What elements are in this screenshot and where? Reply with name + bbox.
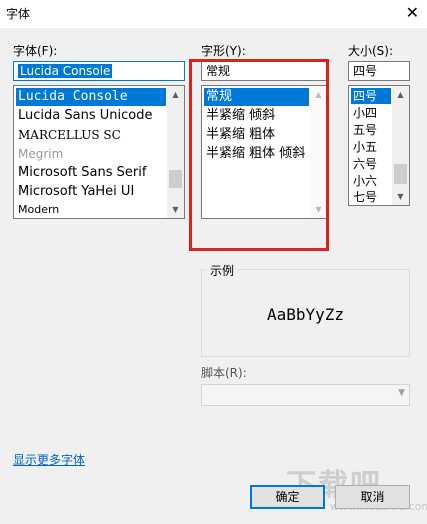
size-input[interactable]: 四号 bbox=[348, 61, 410, 81]
sample-caption: 示例 bbox=[207, 262, 238, 279]
cancel-button[interactable]: 取消 bbox=[335, 485, 410, 509]
size-list-scrollbar[interactable]: ▲ ▼ bbox=[392, 86, 409, 205]
font-list[interactable]: Lucida Console Lucida Sans Unicode MARCE… bbox=[13, 85, 185, 219]
script-label: 脚本(R): bbox=[201, 366, 247, 380]
scroll-down-icon[interactable]: ▼ bbox=[392, 188, 409, 205]
scroll-thumb[interactable] bbox=[394, 164, 407, 184]
scroll-down-icon[interactable]: ▼ bbox=[167, 201, 184, 218]
sample-text: AaBbYyZz bbox=[266, 305, 345, 324]
font-label: 字体(F): bbox=[13, 44, 58, 58]
chevron-down-icon: ▼ bbox=[398, 388, 405, 398]
font-list-scrollbar[interactable]: ▲ ▼ bbox=[167, 86, 184, 218]
font-list-item[interactable]: Modern bbox=[16, 202, 166, 218]
size-list-item[interactable]: 五号 bbox=[351, 122, 391, 138]
ok-button[interactable]: 确定 bbox=[250, 485, 325, 509]
font-list-item[interactable]: MARCELLUS SC bbox=[16, 126, 166, 144]
font-list-item[interactable]: Microsoft YaHei UI bbox=[16, 183, 166, 201]
show-more-fonts-link[interactable]: 显示更多字体 bbox=[13, 451, 85, 468]
scroll-up-icon[interactable]: ▲ bbox=[392, 86, 409, 103]
highlight-box bbox=[189, 59, 329, 251]
size-list-item[interactable]: 小六 bbox=[351, 173, 391, 189]
title-bar: 字体 ✕ bbox=[0, 0, 427, 28]
window-title: 字体 bbox=[6, 7, 31, 21]
font-dialog: 字体(F): Lucida Console Lucida Console Luc… bbox=[0, 28, 427, 524]
font-input-value: Lucida Console bbox=[18, 64, 113, 78]
scroll-thumb[interactable] bbox=[169, 170, 182, 188]
script-select[interactable]: ▼ bbox=[201, 384, 410, 406]
size-list-item[interactable]: 七号 bbox=[351, 190, 391, 205]
size-list-item[interactable]: 六号 bbox=[351, 156, 391, 172]
scroll-up-icon[interactable]: ▲ bbox=[167, 86, 184, 103]
font-list-item[interactable]: Megrim bbox=[16, 145, 166, 163]
font-input[interactable]: Lucida Console bbox=[13, 61, 185, 81]
size-label: 大小(S): bbox=[348, 44, 394, 58]
font-list-item[interactable]: Lucida Sans Unicode bbox=[16, 107, 166, 125]
font-list-item[interactable]: Microsoft Sans Serif bbox=[16, 164, 166, 182]
style-label: 字形(Y): bbox=[201, 44, 246, 58]
size-list-item[interactable]: 小五 bbox=[351, 139, 391, 155]
font-list-item[interactable]: Lucida Console bbox=[16, 88, 166, 106]
size-list[interactable]: 四号 小四 五号 小五 六号 小六 七号 ▲ ▼ bbox=[348, 85, 410, 206]
close-icon[interactable]: ✕ bbox=[406, 4, 419, 22]
size-list-item[interactable]: 四号 bbox=[351, 88, 391, 104]
size-list-item[interactable]: 小四 bbox=[351, 105, 391, 121]
